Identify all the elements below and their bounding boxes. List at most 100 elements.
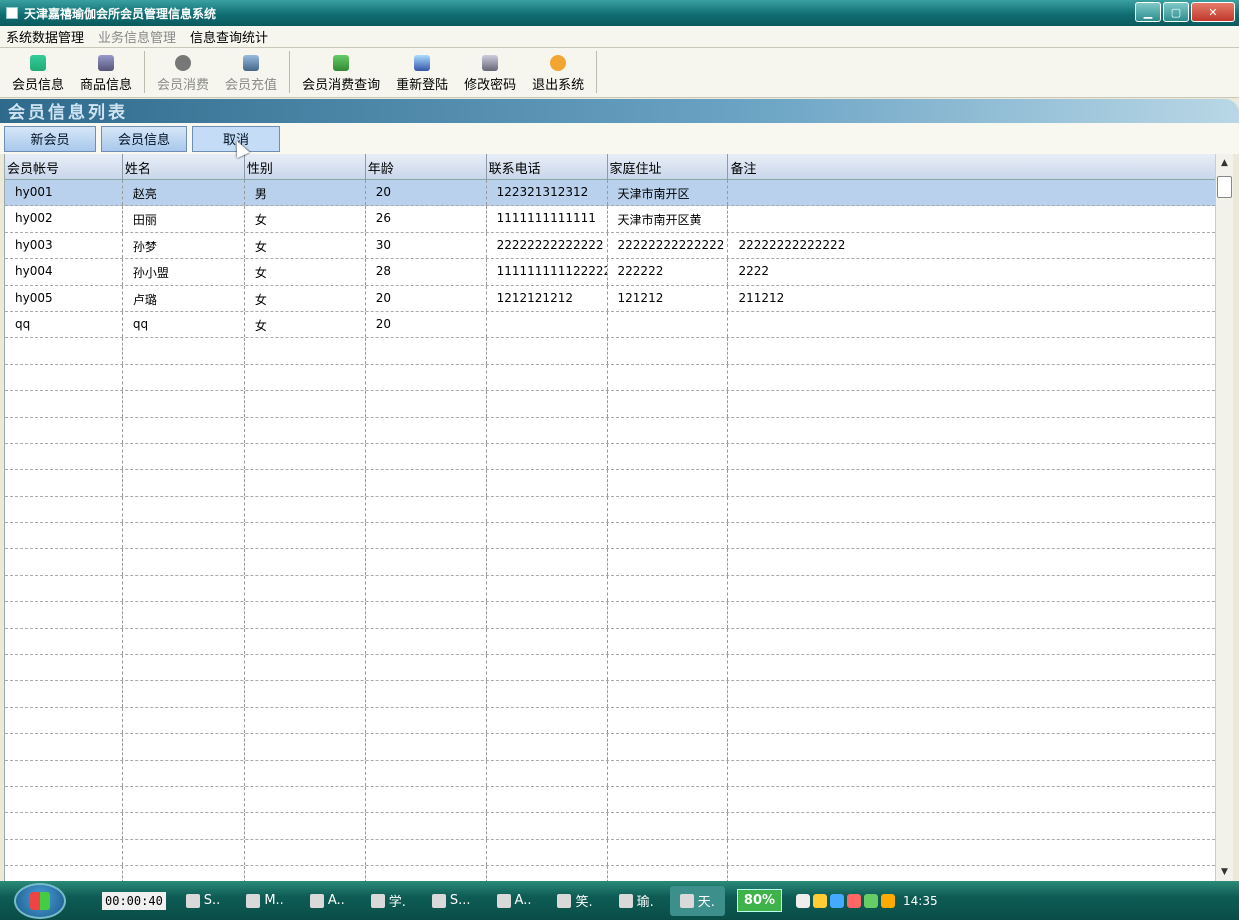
table-row[interactable]: hy005 卢璐女 20 1212121212 121212 211212 (5, 285, 1215, 312)
table-cell (245, 391, 366, 417)
taskbar-item[interactable]: S.. (176, 886, 231, 916)
tray-icon[interactable] (864, 893, 879, 908)
tray-icon[interactable] (847, 893, 862, 908)
member-grid[interactable]: 会员帐号 姓名 性别 年龄 联系电话 家庭住址 备注 hy001 赵亮男 20 122321312… (4, 154, 1215, 881)
empty-row[interactable] (5, 707, 1215, 735)
table-cell (366, 575, 487, 602)
table-cell: 孙梦 (123, 232, 245, 259)
column-header[interactable]: 备注 (728, 154, 1215, 179)
empty-row[interactable] (5, 813, 1215, 840)
scroll-up-arrow-icon[interactable]: ▲ (1216, 154, 1233, 172)
toolbar-goods-info[interactable]: 商品信息 (72, 51, 140, 97)
table-row[interactable]: hy004 孙小盟女 28 111111111122222 222222 2222 (5, 259, 1215, 286)
empty-row[interactable] (5, 443, 1215, 471)
taskbar-item[interactable]: S... (422, 886, 481, 916)
taskbar-item[interactable]: 学. (361, 886, 416, 916)
table-cell (487, 575, 608, 602)
table-cell (5, 655, 123, 681)
maximize-button[interactable]: ▢ (1163, 2, 1189, 22)
tray-icon[interactable] (830, 893, 845, 908)
menu-business-info[interactable]: 业务信息管理 (98, 27, 176, 46)
empty-row[interactable] (5, 628, 1215, 656)
table-cell (366, 417, 487, 443)
empty-row[interactable] (5, 496, 1215, 524)
column-header[interactable]: 年龄 (366, 154, 487, 179)
toolbar-separator (289, 51, 291, 93)
close-button[interactable]: ✕ (1191, 2, 1235, 22)
title-bar: 天津嘉禧瑜伽会所会员管理信息系统 ▁ ▢ ✕ (0, 0, 1239, 26)
empty-row[interactable] (5, 839, 1215, 867)
table-row[interactable]: hy002 田丽女 26 1111111111111 天津市南开区黄 (5, 206, 1215, 233)
empty-row[interactable] (5, 364, 1215, 392)
column-header[interactable]: 联系电话 (487, 154, 608, 179)
toolbar-consume-query[interactable]: 会员消费查询 (294, 51, 388, 97)
menu-query-stats[interactable]: 信息查询统计 (190, 27, 268, 46)
table-cell: 2222 (738, 264, 769, 279)
vertical-scrollbar[interactable]: ▲ ▼ (1215, 154, 1233, 881)
task-label: 学. (388, 895, 406, 910)
system-tray (796, 893, 896, 908)
taskbar-item[interactable]: 瑜. (609, 886, 664, 916)
empty-row[interactable] (5, 391, 1215, 418)
toolbar-relogin[interactable]: 重新登陆 (388, 51, 456, 97)
table-cell (123, 364, 245, 391)
toolbar: 会员信息 商品信息 会员消费 会员充值 会员消费查询 重新登陆 修改密码 退出系… (0, 48, 1239, 98)
menu-system-data[interactable]: 系统数据管理 (6, 27, 84, 46)
table-cell: 1212121212 (487, 285, 608, 311)
tray-icon[interactable] (881, 893, 896, 908)
taskbar-item[interactable]: M.. (236, 886, 293, 916)
empty-row[interactable] (5, 760, 1215, 787)
toolbar-exit-system[interactable]: 退出系统 (524, 51, 592, 97)
column-header[interactable]: 姓名 (123, 154, 245, 179)
table-cell (5, 338, 123, 364)
taskbar-item[interactable]: A.. (300, 886, 355, 916)
taskbar-item[interactable]: 天. (669, 885, 725, 916)
tray-icon[interactable] (796, 893, 811, 908)
table-cell (123, 655, 245, 681)
empty-row[interactable] (5, 523, 1215, 550)
column-header[interactable]: 性别 (245, 154, 366, 179)
table-cell (728, 787, 1215, 812)
goods-icon (98, 55, 115, 71)
toolbar-member-info[interactable]: 会员信息 (4, 51, 72, 97)
scroll-down-arrow-icon[interactable]: ▼ (1216, 863, 1233, 881)
toolbar-member-consume[interactable]: 会员消费 (149, 51, 217, 97)
table-row[interactable]: qq qq 女 20 (5, 311, 1215, 339)
empty-row[interactable] (5, 681, 1215, 708)
empty-row[interactable] (5, 338, 1215, 365)
toolbar-change-password[interactable]: 修改密码 (456, 51, 524, 97)
table-cell (366, 734, 487, 760)
start-button[interactable] (14, 882, 66, 919)
minimize-button[interactable]: ▁ (1135, 2, 1161, 22)
empty-row[interactable] (5, 866, 1215, 881)
new-member-button[interactable]: 新会员 (4, 125, 96, 152)
column-header[interactable]: 会员帐号 (5, 154, 123, 179)
empty-row[interactable] (5, 417, 1215, 444)
table-cell (728, 602, 1215, 627)
table-cell (366, 470, 487, 496)
table-cell (728, 576, 1215, 601)
empty-row[interactable] (5, 470, 1215, 497)
column-header[interactable]: 家庭住址 (608, 154, 729, 179)
toolbar-member-recharge[interactable]: 会员充值 (217, 51, 285, 97)
tray-icon[interactable] (813, 893, 828, 908)
table-cell (487, 602, 608, 628)
member-info-button[interactable]: 会员信息 (101, 125, 187, 152)
taskbar-item[interactable]: A.. (487, 886, 542, 916)
empty-row[interactable] (5, 602, 1215, 629)
empty-row[interactable] (5, 734, 1215, 761)
taskbar-item[interactable]: 笑. (547, 886, 602, 916)
table-cell: 天津市南开区黄 (608, 206, 729, 232)
table-row[interactable]: hy001 赵亮男 20 122321312312 天津市南开区 (5, 180, 1215, 207)
table-row[interactable]: hy003 孙梦女 30 22222222222222 22222222222222 22… (5, 232, 1215, 260)
table-cell (487, 496, 608, 523)
table-cell: 111111111122222 (487, 259, 608, 285)
table-cell (5, 496, 123, 523)
table-cell (5, 443, 123, 470)
table-cell (123, 734, 245, 760)
empty-row[interactable] (5, 549, 1215, 576)
empty-row[interactable] (5, 575, 1215, 603)
empty-row[interactable] (5, 655, 1215, 682)
scroll-thumb[interactable] (1217, 176, 1232, 198)
empty-row[interactable] (5, 786, 1215, 814)
